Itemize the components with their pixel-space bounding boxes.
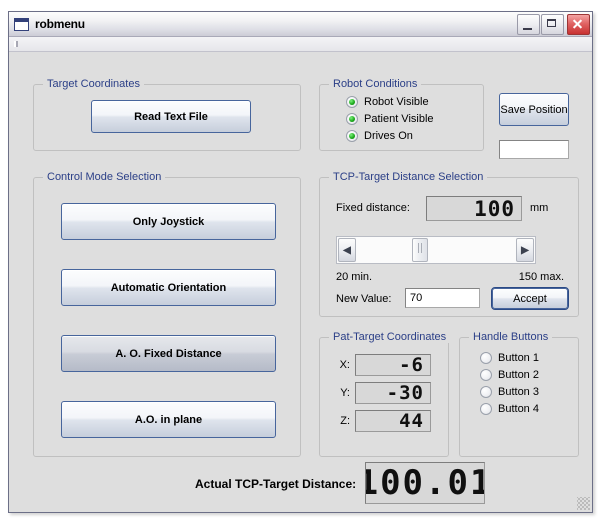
fixed-distance-unit: mm xyxy=(530,202,549,214)
led-indicator-icon xyxy=(346,113,358,125)
pat-target-list: X: -6 Y: -30 Z: 44 xyxy=(334,354,431,438)
condition-label: Drives On xyxy=(364,130,413,142)
coordinate-row-x: X: -6 xyxy=(334,354,431,376)
accept-button[interactable]: Accept xyxy=(491,287,569,310)
group-tcp-target-distance: TCP-Target Distance Selection Fixed dist… xyxy=(319,171,579,317)
fixed-distance-label: Fixed distance: xyxy=(336,202,410,214)
slider-left-arrow-icon[interactable]: ◀ xyxy=(338,238,356,262)
slider-track[interactable] xyxy=(357,237,515,263)
resize-grip[interactable] xyxy=(577,497,590,510)
handle-buttons-list: Button 1 Button 2 Button 3 Button 4 xyxy=(480,352,539,420)
handle-button-label: Button 2 xyxy=(498,369,539,381)
mode-button-ao-in-plane[interactable]: A.O. in plane xyxy=(61,401,276,438)
save-position-button[interactable]: Save Position xyxy=(499,93,569,126)
maximize-button[interactable] xyxy=(541,13,564,35)
coordinate-value-z: 44 xyxy=(355,410,431,432)
close-button[interactable] xyxy=(567,13,590,35)
radio-icon xyxy=(480,403,492,415)
condition-row-drives-on[interactable]: Drives On xyxy=(346,130,434,142)
window-icon xyxy=(14,17,29,31)
coordinate-axis-label: X: xyxy=(339,359,350,371)
radio-icon xyxy=(480,369,492,381)
handle-button-row-4[interactable]: Button 4 xyxy=(480,403,539,415)
handle-button-row-3[interactable]: Button 3 xyxy=(480,386,539,398)
group-robot-conditions: Robot Conditions Robot Visible Patient V… xyxy=(319,78,484,151)
coordinate-value-y: -30 xyxy=(355,382,431,404)
handle-button-row-1[interactable]: Button 1 xyxy=(480,352,539,364)
group-handle-buttons-title: Handle Buttons xyxy=(469,331,553,343)
mode-button-automatic-orientation[interactable]: Automatic Orientation xyxy=(61,269,276,306)
toolbar-grip[interactable] xyxy=(14,41,18,47)
slider-max-label: 150 max. xyxy=(518,271,564,283)
led-indicator-icon xyxy=(346,130,358,142)
robot-conditions-list: Robot Visible Patient Visible Drives On xyxy=(346,96,434,147)
client-area: Target Coordinates Read Text File Robot … xyxy=(9,52,592,512)
radio-icon xyxy=(480,352,492,364)
group-tcp-distance-title: TCP-Target Distance Selection xyxy=(329,171,488,183)
condition-label: Patient Visible xyxy=(364,113,434,125)
distance-slider[interactable]: ◀ ▶ xyxy=(336,236,536,264)
coordinate-row-z: Z: 44 xyxy=(334,410,431,432)
toolbar-strip[interactable] xyxy=(9,37,592,52)
group-control-mode-title: Control Mode Selection xyxy=(43,171,166,183)
minimize-icon xyxy=(523,27,532,30)
group-target-coordinates-title: Target Coordinates xyxy=(43,78,144,90)
actual-distance-label: Actual TCP-Target Distance: xyxy=(195,477,357,491)
led-indicator-icon xyxy=(346,96,358,108)
window-title: robmenu xyxy=(35,17,85,31)
fixed-distance-display: 100 xyxy=(426,196,522,221)
group-pat-target-title: Pat-Target Coordinates xyxy=(329,331,451,343)
condition-row-patient-visible[interactable]: Patient Visible xyxy=(346,113,434,125)
coordinate-axis-label: Z: xyxy=(340,415,350,427)
radio-icon xyxy=(480,386,492,398)
coordinate-row-y: Y: -30 xyxy=(334,382,431,404)
read-text-file-button[interactable]: Read Text File xyxy=(91,100,251,133)
group-control-mode-selection: Control Mode Selection Only Joystick Aut… xyxy=(33,171,301,457)
slider-right-arrow-icon[interactable]: ▶ xyxy=(516,238,534,262)
handle-button-label: Button 1 xyxy=(498,352,539,364)
condition-label: Robot Visible xyxy=(364,96,429,108)
maximize-icon xyxy=(547,18,556,27)
slider-min-label: 20 min. xyxy=(336,271,373,283)
handle-button-label: Button 4 xyxy=(498,403,539,415)
actual-distance-display: 100.01 xyxy=(365,462,485,504)
coordinate-value-x: -6 xyxy=(355,354,431,376)
coordinate-axis-label: Y: xyxy=(340,387,350,399)
new-value-label: New Value: xyxy=(336,293,392,305)
group-robot-conditions-title: Robot Conditions xyxy=(329,78,422,90)
mode-button-only-joystick[interactable]: Only Joystick xyxy=(61,203,276,240)
slider-thumb[interactable] xyxy=(411,238,428,262)
group-pat-target-coordinates: Pat-Target Coordinates X: -6 Y: -30 Z: 4… xyxy=(319,331,451,457)
new-value-input[interactable]: 70 xyxy=(405,288,480,308)
handle-button-row-2[interactable]: Button 2 xyxy=(480,369,539,381)
group-target-coordinates: Target Coordinates Read Text File xyxy=(33,78,301,151)
minimize-button[interactable] xyxy=(517,13,540,35)
handle-button-label: Button 3 xyxy=(498,386,539,398)
group-handle-buttons: Handle Buttons Button 1 Button 2 Button … xyxy=(459,331,579,457)
condition-row-robot-visible[interactable]: Robot Visible xyxy=(346,96,434,108)
title-bar[interactable]: robmenu xyxy=(9,12,592,37)
save-position-field[interactable] xyxy=(499,140,569,159)
mode-button-ao-fixed-distance[interactable]: A. O. Fixed Distance xyxy=(61,335,276,372)
application-window: robmenu Target Coordinates Read Text Fil… xyxy=(8,11,593,513)
